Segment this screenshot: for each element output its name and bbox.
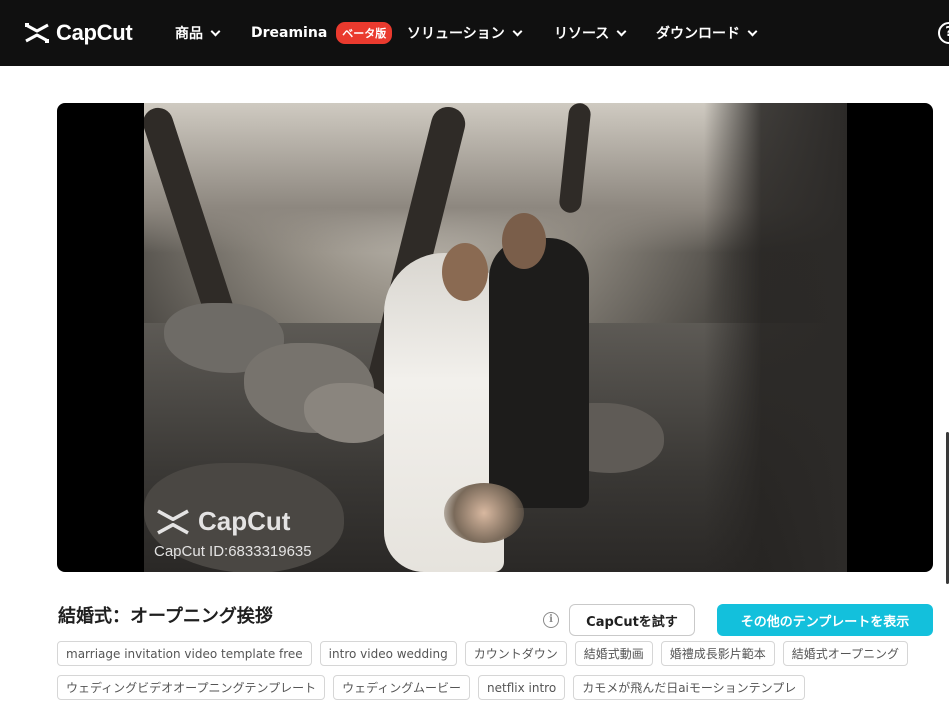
nav-item-label: ソリューション [407,26,505,42]
scene-groom-suit [489,238,589,508]
chevron-down-icon [747,26,758,36]
scene-foreground-blur [704,103,847,572]
tag-chip[interactable]: 結婚式動画 [574,641,653,666]
nav-item-label: リソース [554,26,610,42]
tag-chip[interactable]: netflix intro [478,675,566,700]
top-nav: CapCut 商品 Dreamina ベータ版 ソリューション リソース ダウン… [0,0,949,66]
tag-chip[interactable]: marriage invitation video template free [57,641,312,666]
chevron-down-icon [616,26,627,36]
tag-chip[interactable]: intro video wedding [319,641,457,666]
video-watermark: CapCut CapCut ID:6833319635 [154,506,312,560]
beta-badge: ベータ版 [336,22,393,44]
more-templates-button[interactable]: その他のテンプレートを表示 [717,604,933,636]
nav-item-solutions[interactable]: ソリューション [407,0,523,66]
watermark-logo: CapCut [154,506,312,537]
scene-bride-head [442,243,488,301]
template-title: 結婚式：オープニング挨拶 [58,606,273,627]
nav-item-label: Dreamina [251,25,328,41]
watermark-id: CapCut ID:6833319635 [154,543,312,560]
tag-chip[interactable]: ウェディングムービー [333,675,471,700]
tag-list: marriage invitation video template free … [57,641,937,709]
brand-name: CapCut [56,20,133,45]
tag-chip[interactable]: カウントダウン [464,641,567,666]
info-icon[interactable]: i [543,612,559,628]
nav-item-resources[interactable]: リソース [554,0,627,66]
capcut-logo-icon [157,509,189,534]
nav-item-dreamina[interactable]: Dreamina ベータ版 [251,0,393,66]
nav-item-products[interactable]: 商品 [175,0,221,66]
capcut-logo[interactable]: CapCut [24,20,133,46]
try-capcut-button[interactable]: CapCutを試す [569,604,695,636]
tag-chip[interactable]: 結婚式オープニング [782,641,909,666]
watermark-brand: CapCut [198,506,291,536]
help-icon[interactable]: ? [938,22,949,44]
tag-chip[interactable]: ウェディングビデオオープニングテンプレート [57,675,326,700]
tag-chip[interactable]: 婚禮成長影片範本 [660,641,775,666]
capcut-logo-icon [25,23,49,43]
scene-groom-head [502,213,546,269]
nav-item-label: 商品 [175,26,203,42]
chevron-down-icon [210,26,221,36]
scene-bouquet [444,483,524,543]
tag-row: marriage invitation video template free … [57,641,937,666]
tag-chip[interactable]: カモメが飛んだ日aiモーションテンプレ [573,675,806,700]
nav-item-label: ダウンロード [656,26,740,42]
video-frame-wedding-couple [144,103,847,572]
nav-item-download[interactable]: ダウンロード [656,0,758,66]
chevron-down-icon [512,26,523,36]
tag-row: ウェディングビデオオープニングテンプレート ウェディングムービー netflix… [57,675,937,700]
video-player[interactable]: CapCut CapCut ID:6833319635 [57,103,933,572]
